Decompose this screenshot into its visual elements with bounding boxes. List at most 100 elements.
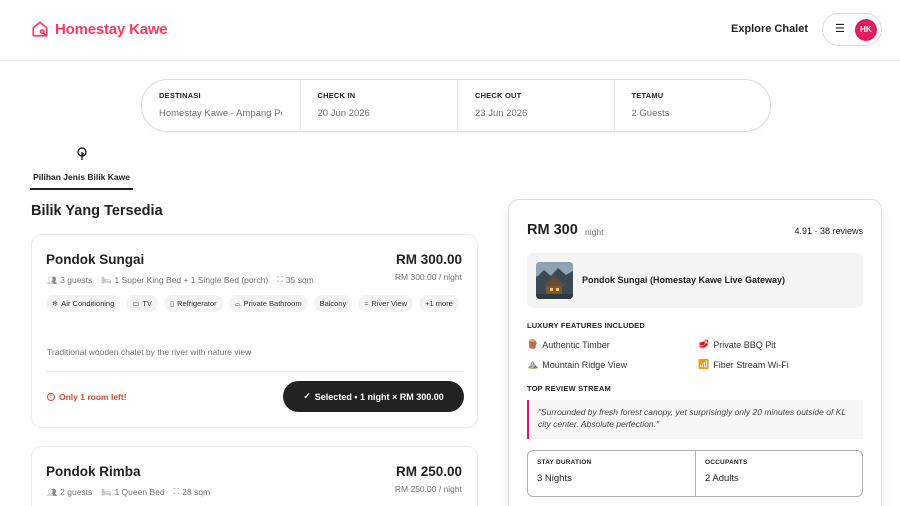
guests-meta: 👥︎ 3 guests — [47, 275, 92, 285]
rating-reviews[interactable]: 4.91 · 38 reviews — [794, 226, 863, 236]
logo-text: Homestay Kawe — [55, 20, 168, 38]
logo[interactable]: Homestay Kawe — [31, 20, 168, 38]
bath-icon: ⌓ — [234, 298, 241, 308]
tab-underline — [30, 188, 133, 190]
tab-room-types[interactable]: Pilihan Jenis Bilik Kawe — [30, 147, 133, 190]
checkout-value: 23 Jun 2026 — [475, 108, 528, 119]
room-meta: 👥︎ 3 guests 🛏︎ 1 Super King Bed + 1 Single… — [47, 275, 314, 285]
checkout-field[interactable]: CHECK OUT 23 Jun 2026 — [457, 80, 614, 131]
hamburger-menu-icon: ☰ — [835, 23, 845, 35]
panel-per-night: night — [585, 227, 604, 237]
chip-label: River View — [371, 299, 408, 308]
room-description: Traditional wooden chalet by the river w… — [47, 347, 252, 357]
feature-item: 🪵 Authentic Timber — [527, 339, 610, 350]
selected-room-button[interactable]: ✓ Selected • 1 night × RM 300.00 — [283, 381, 464, 412]
room-price-per-night: RM 250.00 / night — [394, 484, 462, 494]
expand-icon: ⛶ — [277, 275, 283, 284]
guests-field[interactable]: TETAMU 2 Guests — [613, 80, 771, 131]
amenity-chip: ❄ Air Conditioning — [46, 295, 121, 312]
review-heading: TOP REVIEW STREAM — [527, 384, 611, 393]
feature-item: 🥩 Private BBQ Pit — [698, 339, 776, 350]
features-heading: LUXURY FEATURES INCLUDED — [527, 321, 645, 330]
waves-icon: ≈ — [364, 299, 369, 308]
guests-meta: 👥︎ 2 guests — [47, 487, 92, 497]
beds-text: 1 Super King Bed + 1 Single Bed (porch) — [114, 275, 269, 285]
checkin-field[interactable]: CHECK IN 20 Jun 2026 — [299, 80, 458, 131]
chip-label: Balcony — [319, 299, 347, 308]
amenity-chip: Balcony — [313, 295, 353, 312]
listing-name: Pondok Sungai (Homestay Kawe Live Gatewa… — [582, 275, 786, 285]
room-card: Pondok Rimba RM 250.00 RM 250.00 / night… — [31, 446, 478, 506]
occupants-label: OCCUPANTS — [705, 459, 748, 466]
expand-icon: ⛶ — [173, 487, 180, 496]
amenity-chip: ▯ Refrigerator — [163, 295, 223, 312]
explore-chalet-link[interactable]: Explore Chalet — [731, 23, 808, 35]
alert-icon: ! — [47, 393, 55, 401]
amenity-chip: ≈ River View — [358, 295, 414, 312]
chip-label: Air Conditioning — [61, 299, 115, 308]
guests-label: TETAMU — [631, 91, 664, 100]
size-meta: ⛶ 28 sqm — [174, 487, 210, 497]
amenity-chip: ▭ TV — [126, 295, 158, 312]
chip-label: +1 more — [425, 299, 453, 308]
feature-item: ⛰️ Mountain Ridge View — [527, 359, 627, 370]
stay-duration-field[interactable]: STAY DURATION 3 Nights — [528, 451, 695, 496]
feature-label: Authentic Timber — [542, 339, 610, 350]
more-amenities-chip[interactable]: +1 more — [419, 295, 459, 312]
user-menu-button[interactable]: ☰ HK — [822, 13, 882, 46]
selected-button-label: Selected • 1 night × RM 300.00 — [314, 391, 444, 402]
room-price-per-night: RM 300.00 / night — [394, 272, 462, 282]
booking-panel: RM 300 night 4.91 · 38 reviews Pondok Su… — [508, 199, 882, 506]
beds-meta: 🛏︎ 1 Queen Bed — [101, 487, 164, 497]
feature-label: Fiber Stream Wi-Fi — [713, 359, 789, 370]
top-header: Homestay Kawe Explore Chalet ☰ HK — [0, 0, 900, 61]
checkin-label: CHECK IN — [317, 91, 356, 100]
room-price: RM 300.00 — [395, 252, 462, 267]
checkout-label: CHECK OUT — [475, 91, 522, 100]
panel-price: RM 300 — [527, 222, 578, 238]
tab-label: Pilihan Jenis Bilik Kawe — [33, 172, 130, 182]
chip-label: Refrigerator — [177, 299, 217, 308]
mountain-icon: ⛰️ — [527, 359, 539, 369]
wifi-icon: 📶 — [698, 359, 710, 369]
destination-label: DESTINASI — [159, 91, 201, 100]
chip-label: TV — [142, 299, 152, 308]
room-price: RM 250.00 — [395, 464, 462, 479]
tv-icon: ▭ — [132, 299, 140, 308]
bed-icon: 🛏︎ — [101, 275, 112, 285]
search-bar: DESTINASI Homestay Kawe - Ampang Pecah C… — [141, 79, 771, 132]
occupants-value: 2 Adults — [705, 473, 739, 484]
home-icon — [32, 21, 48, 37]
availability-warning: ! Only 1 room left! — [47, 392, 127, 402]
stay-duration-value: 3 Nights — [537, 473, 572, 484]
room-card: Pondok Sungai RM 300.00 RM 300.00 / nigh… — [31, 234, 478, 428]
guests-value: 2 Guests — [631, 108, 670, 119]
snowflake-icon: ❄ — [52, 299, 59, 308]
tree-icon — [30, 147, 133, 165]
room-name: Pondok Rimba — [46, 464, 141, 479]
feature-label: Private BBQ Pit — [713, 339, 776, 350]
room-meta: 👥︎ 2 guests 🛏︎ 1 Queen Bed ⛶ 28 sqm — [47, 487, 210, 497]
destination-field[interactable]: DESTINASI Homestay Kawe - Ampang Pecah — [142, 80, 300, 131]
refrigerator-icon: ▯ — [169, 299, 175, 308]
feature-label: Mountain Ridge View — [542, 359, 628, 370]
chip-label: Private Bathroom — [243, 299, 302, 308]
review-quote: "Surrounded by fresh forest canopy, yet … — [527, 400, 863, 439]
size-text: 28 sqm — [182, 487, 211, 497]
beds-meta: 🛏︎ 1 Super King Bed + 1 Single Bed (porch… — [101, 275, 268, 285]
timber-icon: 🪵 — [527, 339, 539, 349]
size-meta: ⛶ 35 sqm — [277, 275, 313, 285]
checkin-value: 20 Jun 2026 — [317, 108, 370, 119]
feature-item: 📶 Fiber Stream Wi-Fi — [698, 359, 789, 370]
occupants-field[interactable]: OCCUPANTS 2 Adults — [695, 451, 862, 496]
section-title: Bilik Yang Tersedia — [31, 203, 163, 219]
bed-icon: 🛏︎ — [101, 487, 112, 497]
destination-value: Homestay Kawe - Ampang Pecah — [159, 108, 282, 119]
users-icon: 👥︎ — [47, 275, 58, 285]
warning-text: Only 1 room left! — [59, 392, 127, 402]
stay-duration-label: STAY DURATION — [537, 459, 592, 466]
stay-details: STAY DURATION 3 Nights OCCUPANTS 2 Adult… — [527, 450, 863, 497]
amenity-chips: ❄ Air Conditioning ▭ TV ▯ Refrigerator ⌓ Pri… — [46, 295, 466, 312]
bbq-icon: 🥩 — [698, 339, 710, 349]
room-name: Pondok Sungai — [46, 252, 145, 267]
